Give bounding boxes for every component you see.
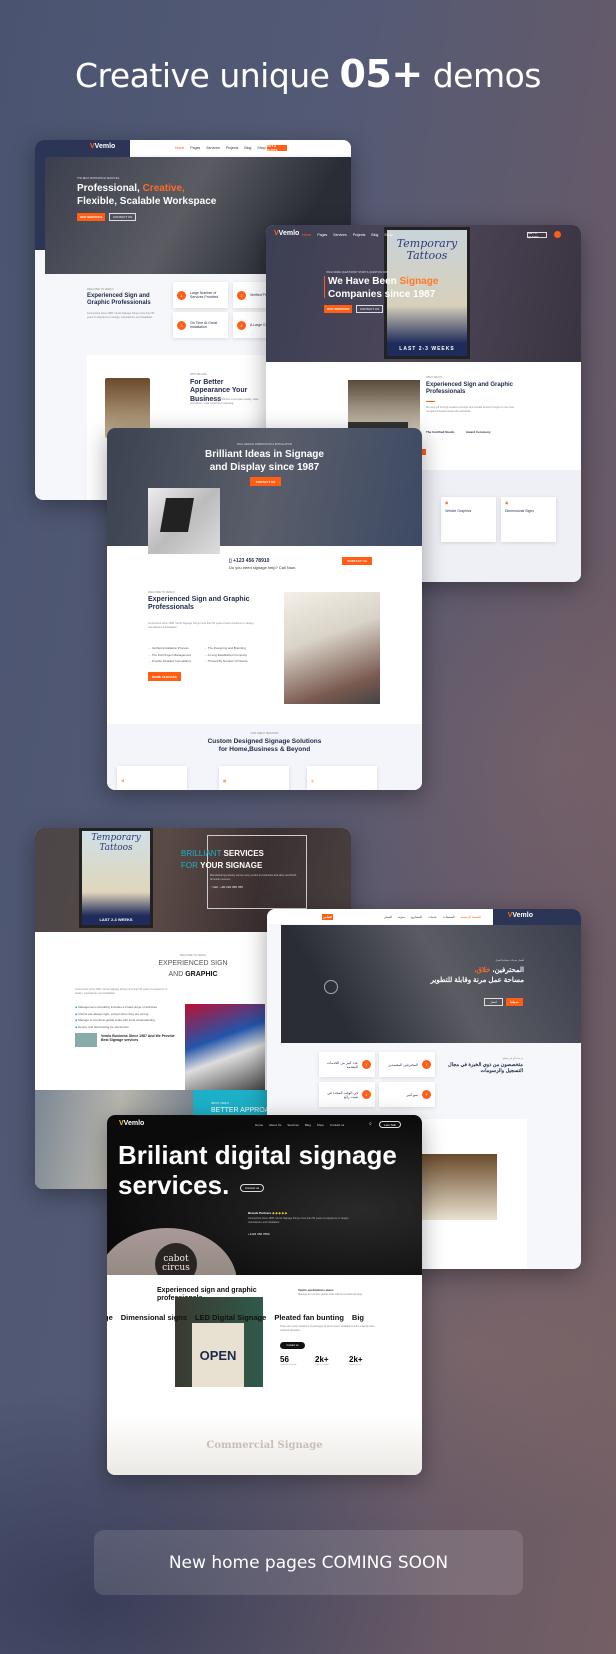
contact-button-2[interactable]: Contact us	[280, 1342, 305, 1349]
service-card: ▣ Dimensional Signs	[501, 497, 556, 542]
mall-photo: cabot circus	[107, 1228, 237, 1275]
services-button[interactable]: خدماتنا	[506, 998, 523, 1006]
stat: 2k+ Happy clients	[349, 1355, 363, 1366]
sign-board: Temporary Tattoos LAST 2-3 WEEKS	[79, 828, 153, 928]
more-services-button[interactable]: MORE SERVICES	[148, 672, 181, 681]
contact-button-2[interactable]: CONTACT US	[342, 557, 372, 565]
quote-button[interactable]: GET A QUOTE	[527, 231, 547, 239]
feature-box: ٢ عدد كبير من الخدمات المقدمة	[319, 1052, 375, 1077]
logo: VVemlo	[90, 143, 116, 150]
demo-card-3[interactable]: WALL DESIGN, FABRICATION & INSTALLATION …	[107, 428, 422, 790]
list-left: → Verified Installation Process → The Ful…	[148, 646, 192, 663]
main-nav[interactable]: Home Pages Services Projects Blog Shop	[302, 233, 393, 237]
main-nav[interactable]: Home Pages Services Projects Blog Shop	[175, 146, 266, 150]
logo: VVemlo	[119, 1120, 145, 1127]
contact-button[interactable]: CONTACT US	[356, 305, 383, 313]
service-card: ▣ Vehicle Graphics	[441, 497, 496, 542]
feature-box: ٤ في الوقت المحدد في تثبيت رائع	[319, 1082, 375, 1107]
badge-photo	[417, 1154, 497, 1220]
contact-button[interactable]: CONTACT US	[250, 477, 281, 486]
main-nav[interactable]: Home About Us Services Blog Shop Contact us	[255, 1123, 344, 1127]
demo-card-6[interactable]: VVemlo Home About Us Services Blog Shop Conta…	[107, 1115, 422, 1475]
quote-button[interactable]: اقتباس	[322, 914, 333, 920]
contact-button[interactable]: Contact us	[240, 1184, 264, 1192]
services-marquee: geDimensional signsLED Digital SignagePl…	[107, 1313, 364, 1322]
quote-button[interactable]: GET A QUOTE	[267, 144, 287, 152]
lets-talk-button[interactable]: Lets Talk	[379, 1121, 401, 1128]
stat: 2k+ Project finished	[315, 1355, 329, 1366]
contact-button[interactable]: اتصل	[484, 998, 503, 1006]
feature-box: ١ المحترفين المعتمدين	[379, 1052, 435, 1077]
feature-box: 1 Large Number of Services Provided	[173, 282, 228, 308]
main-nav[interactable]: الصفحة الرئيسية الصفحات خدمات المشاريع مدونة…	[384, 915, 481, 919]
stat: 56 Countries covered	[280, 1355, 297, 1366]
feature-box: ٣ نمو كبير	[379, 1082, 435, 1107]
feature-box: 3 On Time At Great Installation	[173, 312, 228, 338]
hero: VVemlo Home About Us Services Blog Shop Conta…	[107, 1115, 422, 1275]
services-button[interactable]: OUR SERVICES	[77, 213, 105, 221]
contact-button[interactable]: CONTACT US	[109, 213, 136, 221]
meeting-photo	[284, 592, 380, 704]
logo: VVemlo	[507, 912, 533, 919]
laptop-photo	[148, 488, 220, 554]
hero: Temporary Tattoos LAST 2-3 WEEKS VVemlo …	[266, 225, 581, 362]
open-sign-photo: OPEN	[175, 1297, 263, 1387]
hero: أفضل خدمات مساحة العمل المحترفين، خلاق، م…	[281, 925, 581, 1043]
logo: VVemlo	[274, 230, 300, 237]
coming-soon-banner: New home pages COMING SOON	[94, 1530, 523, 1595]
street-photo	[185, 1004, 265, 1090]
feature-list: ◆ Management consulting includes a broad…	[75, 1005, 158, 1029]
page-title: Creative unique 05+ demos	[74, 52, 542, 96]
list-right: → The Designing and Branding → A Long Est…	[204, 646, 248, 663]
services-button[interactable]: OUR SERVICES	[324, 305, 352, 313]
